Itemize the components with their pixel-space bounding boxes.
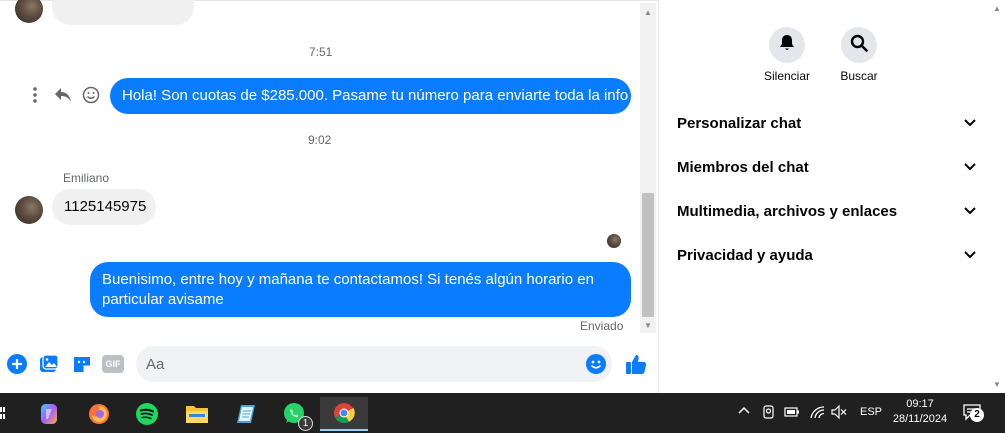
section-customize-chat[interactable]: Personalizar chat — [677, 111, 977, 135]
photo-icon[interactable] — [39, 354, 59, 374]
contact-avatar[interactable] — [15, 196, 43, 224]
incoming-message-partial — [52, 0, 194, 25]
react-icon[interactable] — [82, 85, 100, 105]
file-explorer-icon[interactable] — [177, 397, 217, 431]
battery-icon[interactable] — [784, 406, 800, 421]
spotify-icon[interactable] — [127, 397, 167, 431]
message-line: Buenisimo, entre hoy y mañana te contact… — [102, 271, 594, 288]
scroll-up-icon[interactable]: ▲ — [644, 8, 652, 18]
section-media-files-links[interactable]: Multimedia, archivos y enlaces — [677, 199, 977, 223]
chevron-down-icon — [963, 116, 977, 130]
notifications-icon[interactable]: 2 — [962, 402, 984, 425]
composer: GIF — [0, 344, 658, 384]
language-indicator[interactable]: ESP — [860, 406, 882, 418]
message-actions — [26, 85, 100, 105]
notepad-icon[interactable] — [226, 397, 266, 431]
scroll-up-icon[interactable]: ▲ — [993, 4, 1001, 13]
chrome-icon[interactable] — [320, 397, 368, 431]
message-status: Enviado — [580, 319, 624, 333]
timestamp: 9:02 — [308, 133, 332, 147]
section-label: Miembros del chat — [677, 158, 809, 176]
message-input[interactable] — [146, 354, 566, 374]
incoming-message[interactable]: 1125145975 — [52, 189, 156, 225]
section-label: Personalizar chat — [677, 114, 802, 132]
clock[interactable]: 09:17 28/11/2024 — [888, 397, 952, 427]
widgets-icon[interactable] — [0, 405, 6, 421]
clock-date: 28/11/2024 — [892, 413, 948, 425]
emoji-icon[interactable] — [586, 354, 606, 379]
section-privacy-help[interactable]: Privacidad y ayuda — [677, 243, 977, 267]
show-hidden-icons[interactable] — [738, 404, 750, 418]
scroll-down-icon[interactable]: ▼ — [993, 380, 1001, 389]
firefox-icon[interactable] — [79, 397, 119, 431]
sender-name: Emiliano — [63, 171, 110, 185]
bell-icon — [778, 34, 796, 57]
wifi-icon[interactable] — [809, 405, 825, 422]
copilot-icon[interactable] — [29, 397, 69, 431]
section-label: Privacidad y ayuda — [677, 246, 813, 264]
contact-avatar[interactable] — [15, 0, 43, 23]
section-chat-members[interactable]: Miembros del chat — [677, 155, 977, 179]
scroll-down-icon[interactable]: ▼ — [644, 321, 652, 331]
mute-label: Silenciar — [763, 69, 811, 83]
whatsapp-badge: 1 — [298, 416, 313, 431]
messenger-window: 7:51 Hola! Son cuotas de $285.000. Pasam… — [0, 0, 1005, 433]
outgoing-message[interactable]: Buenisimo, entre hoy y mañana te contact… — [90, 262, 631, 317]
gif-icon[interactable]: GIF — [102, 354, 124, 374]
meet-now-icon[interactable] — [762, 405, 776, 422]
volume-muted-icon[interactable] — [831, 404, 847, 422]
chat-info-panel: Silenciar Buscar Personalizar chat Miemb… — [658, 0, 1005, 393]
notifications-badge: 2 — [970, 408, 984, 422]
more-options-icon[interactable] — [26, 85, 44, 105]
windows-taskbar: 1 ESP 09:17 28/11/2024 2 — [0, 393, 1005, 433]
outgoing-message[interactable]: Hola! Son cuotas de $285.000. Pasame tu … — [110, 78, 631, 114]
message-line: particular avisame — [102, 291, 224, 308]
chevron-down-icon — [963, 204, 977, 218]
whatsapp-icon[interactable]: 1 — [274, 397, 314, 431]
mute-button[interactable] — [769, 27, 805, 63]
chevron-down-icon — [963, 160, 977, 174]
thumbs-up-icon[interactable] — [624, 352, 648, 376]
sticker-icon[interactable] — [72, 354, 92, 374]
chevron-down-icon — [963, 248, 977, 262]
message-input-box[interactable] — [136, 346, 612, 382]
search-button[interactable] — [841, 27, 877, 63]
clock-time: 09:17 — [906, 398, 934, 410]
panel-scrollbar[interactable]: ▲ ▼ — [989, 0, 1005, 393]
section-label: Multimedia, archivos y enlaces — [677, 202, 898, 220]
chat-area: 7:51 Hola! Son cuotas de $285.000. Pasam… — [0, 0, 658, 393]
search-icon — [850, 34, 868, 57]
seen-avatar — [607, 234, 621, 248]
timestamp: 7:51 — [309, 45, 333, 59]
gif-label: GIF — [102, 355, 124, 373]
reply-icon[interactable] — [54, 85, 72, 105]
add-icon[interactable] — [7, 354, 27, 374]
chat-scrollbar[interactable]: ▲ ▼ — [640, 3, 656, 333]
search-label: Buscar — [840, 69, 878, 83]
scroll-thumb[interactable] — [642, 193, 654, 317]
